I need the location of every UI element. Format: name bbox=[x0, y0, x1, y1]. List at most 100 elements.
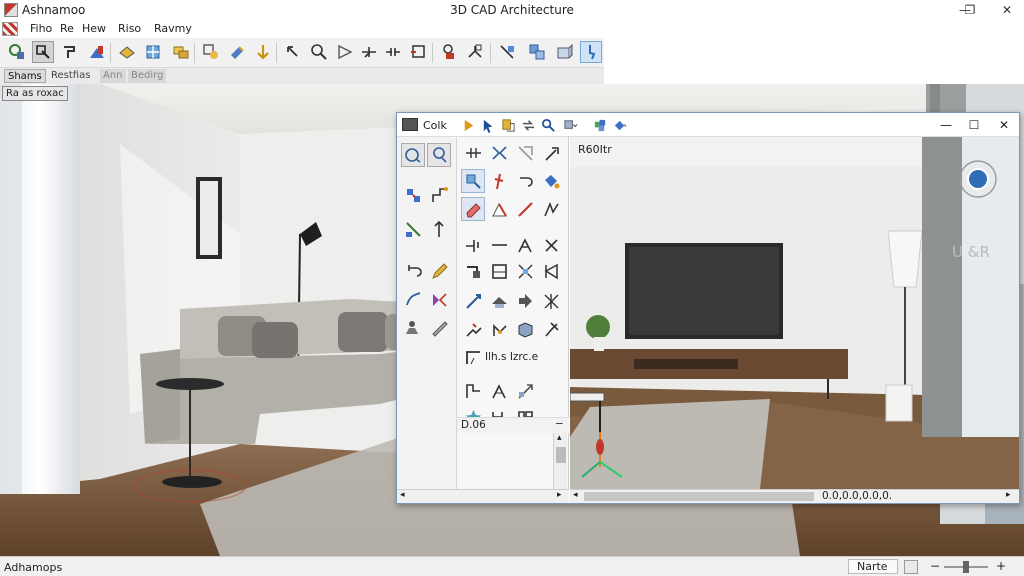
walk-icon[interactable] bbox=[427, 143, 451, 167]
pencil-icon[interactable] bbox=[427, 259, 451, 283]
rotate-icon[interactable] bbox=[282, 41, 304, 63]
zoom-slider-thumb[interactable] bbox=[963, 561, 969, 573]
menu-library[interactable]: Ravmy bbox=[154, 22, 192, 35]
palette-horizontal-scrollbar-right[interactable]: ◂ 0.0,0.0,0.0,0. ▸ bbox=[570, 489, 1019, 503]
maximize-glyph[interactable]: ❐ bbox=[953, 0, 987, 20]
dimension-vertical-icon[interactable] bbox=[427, 217, 451, 241]
move-3d-icon[interactable] bbox=[513, 379, 537, 403]
polyline-icon[interactable] bbox=[427, 183, 451, 207]
palette-close-button[interactable]: ✕ bbox=[991, 116, 1017, 134]
pin-icon[interactable] bbox=[539, 317, 563, 341]
scroll-left-button[interactable]: ◂ bbox=[400, 490, 405, 500]
split-wall-icon[interactable] bbox=[401, 183, 425, 207]
curve-icon[interactable] bbox=[401, 287, 425, 311]
stairs-icon[interactable] bbox=[200, 41, 222, 63]
dimension-icon[interactable] bbox=[513, 233, 537, 257]
close-button[interactable]: ✕ bbox=[990, 0, 1024, 20]
cursor-icon[interactable] bbox=[479, 116, 497, 134]
menu-edit[interactable]: Re bbox=[60, 22, 74, 35]
tab-ann[interactable]: Ann bbox=[100, 69, 126, 83]
move-icon[interactable] bbox=[252, 41, 274, 63]
status-settings-icon[interactable] bbox=[904, 560, 918, 574]
column-icon[interactable] bbox=[86, 41, 108, 63]
redo-arc-icon[interactable] bbox=[513, 169, 537, 193]
flip-icon[interactable] bbox=[539, 259, 563, 283]
tab-shams[interactable]: Shams bbox=[4, 69, 46, 83]
palette-maximize-button[interactable]: ☐ bbox=[961, 116, 987, 134]
wall-icon[interactable] bbox=[60, 41, 82, 63]
scroll-up-button[interactable]: ▴ bbox=[557, 433, 562, 443]
tab-restfias[interactable]: Restfias bbox=[48, 69, 93, 83]
push-pull-icon[interactable] bbox=[461, 169, 485, 193]
knife-icon[interactable] bbox=[427, 315, 451, 339]
scroll-left-button-right[interactable]: ◂ bbox=[573, 490, 578, 500]
group-icon[interactable] bbox=[401, 315, 425, 339]
scroll-right-button-left[interactable]: ▸ bbox=[557, 490, 562, 500]
section-cut-icon[interactable] bbox=[461, 345, 485, 369]
section-icon[interactable] bbox=[408, 41, 430, 63]
line-draw-icon[interactable] bbox=[513, 197, 537, 221]
align-icon[interactable] bbox=[461, 141, 485, 165]
zoom-out-button[interactable]: − bbox=[930, 559, 940, 573]
cube-icon[interactable] bbox=[513, 317, 537, 341]
transfer-icon[interactable] bbox=[519, 116, 537, 134]
split-icon[interactable] bbox=[487, 141, 511, 165]
cut-icon[interactable] bbox=[487, 169, 511, 193]
inspect-icon[interactable] bbox=[539, 116, 557, 134]
trim-wall-icon[interactable] bbox=[461, 233, 485, 257]
menu-render[interactable]: Riso bbox=[118, 22, 141, 35]
door-icon[interactable] bbox=[170, 41, 192, 63]
scale-icon[interactable] bbox=[513, 259, 537, 283]
vertical-scroll-thumb[interactable] bbox=[556, 447, 566, 463]
measure-icon[interactable] bbox=[334, 41, 356, 63]
extend-icon[interactable] bbox=[382, 41, 404, 63]
mirror-icon[interactable] bbox=[427, 287, 451, 311]
menu-view[interactable]: Hew bbox=[82, 22, 106, 35]
angle-icon[interactable] bbox=[539, 197, 563, 221]
palette-preview-view[interactable]: U &R R60Itr bbox=[570, 137, 1019, 489]
frame-icon[interactable] bbox=[487, 259, 511, 283]
snap-icon[interactable] bbox=[6, 41, 28, 63]
settings-icon[interactable] bbox=[554, 41, 576, 63]
trim-icon[interactable] bbox=[358, 41, 380, 63]
stair-tool-icon[interactable] bbox=[461, 379, 485, 403]
app-menu-icon[interactable] bbox=[2, 22, 18, 36]
status-mode[interactable]: Narte bbox=[848, 559, 898, 574]
render-icon[interactable] bbox=[496, 41, 518, 63]
attach-icon[interactable] bbox=[487, 317, 511, 341]
library-icon[interactable] bbox=[526, 41, 548, 63]
list-collapse-button[interactable]: − bbox=[555, 418, 564, 430]
join-icon[interactable] bbox=[401, 217, 425, 241]
zoom-in-button[interactable]: + bbox=[996, 559, 1006, 573]
rectangle-icon[interactable] bbox=[461, 259, 485, 283]
paint-icon[interactable] bbox=[226, 41, 248, 63]
undo-arc-icon[interactable] bbox=[401, 259, 425, 283]
object-dropdown-icon[interactable] bbox=[611, 116, 629, 134]
select-icon[interactable] bbox=[32, 41, 54, 63]
palette-titlebar[interactable]: Colk — ☐ ✕ bbox=[397, 113, 1019, 137]
railing-icon[interactable] bbox=[487, 379, 511, 403]
tab-bedirg[interactable]: Bedirg bbox=[128, 69, 167, 83]
palette-minimize-button[interactable]: — bbox=[933, 116, 959, 134]
eraser-icon[interactable] bbox=[461, 197, 485, 221]
pointer-icon[interactable] bbox=[580, 41, 602, 63]
slab-icon[interactable] bbox=[116, 41, 138, 63]
extrude-icon[interactable] bbox=[513, 289, 537, 313]
palette-horizontal-scrollbar-left[interactable]: ◂ ▸ bbox=[397, 489, 569, 503]
orbit-icon[interactable] bbox=[401, 143, 425, 167]
horizontal-scroll-thumb[interactable] bbox=[584, 492, 814, 501]
extend-edge-icon[interactable] bbox=[539, 141, 563, 165]
offset-icon[interactable] bbox=[513, 141, 537, 165]
rotate-3d-icon[interactable] bbox=[539, 233, 563, 257]
light-icon[interactable] bbox=[438, 41, 460, 63]
zoom-icon[interactable] bbox=[308, 41, 330, 63]
line-icon[interactable] bbox=[487, 233, 511, 257]
window-icon[interactable] bbox=[142, 41, 164, 63]
component-icon[interactable] bbox=[591, 116, 609, 134]
play-icon[interactable] bbox=[459, 116, 477, 134]
slope-icon[interactable] bbox=[461, 289, 485, 313]
scroll-right-button[interactable]: ▸ bbox=[1006, 490, 1011, 500]
paint-bucket-icon[interactable] bbox=[539, 169, 563, 193]
layers-dropdown-icon[interactable] bbox=[561, 116, 579, 134]
fill-icon[interactable] bbox=[499, 116, 517, 134]
